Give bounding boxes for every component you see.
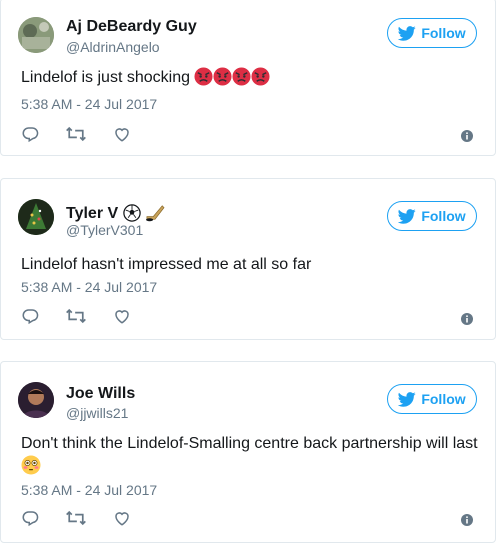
follow-button[interactable]: Follow <box>387 201 477 231</box>
user-handle[interactable]: @TylerV301 <box>66 222 143 238</box>
angry-face-icon <box>251 67 270 93</box>
timestamp[interactable]: 5:38 AM - 24 Jul 2017 <box>21 482 157 498</box>
info-icon[interactable] <box>461 513 473 531</box>
reply-icon[interactable] <box>21 125 39 148</box>
tweet-text-row: Lindelof is just shocking <box>21 67 487 93</box>
reply-icon[interactable] <box>21 307 39 330</box>
tweet-card: Joe Wills @jjwills21 Follow Don't think … <box>0 361 496 543</box>
twitter-bird-icon <box>398 391 417 407</box>
follow-label: Follow <box>421 25 466 41</box>
info-icon[interactable] <box>461 129 473 147</box>
reply-icon[interactable] <box>21 509 39 532</box>
follow-label: Follow <box>421 208 466 224</box>
retweet-icon[interactable] <box>65 307 87 330</box>
avatar[interactable] <box>18 199 54 235</box>
tweet-actions <box>21 307 157 330</box>
follow-label: Follow <box>421 391 466 407</box>
timestamp[interactable]: 5:38 AM - 24 Jul 2017 <box>21 96 157 112</box>
hockey-stick-icon <box>145 204 165 227</box>
like-heart-icon[interactable] <box>113 307 131 330</box>
retweet-icon[interactable] <box>65 125 87 148</box>
angry-face-icon <box>232 67 251 93</box>
angry-face-icon <box>194 67 213 93</box>
retweet-icon[interactable] <box>65 509 87 532</box>
follow-button[interactable]: Follow <box>387 384 477 414</box>
tweet-card: Tyler V @TylerV301 Follow Lindelof hasn'… <box>0 178 496 340</box>
avatar-image-icon <box>18 199 54 235</box>
tweet-text: Don't think the Lindelof-Smalling centre… <box>21 435 478 452</box>
display-name[interactable]: Aj DeBeardy Guy <box>66 18 197 36</box>
user-handle[interactable]: @jjwills21 <box>66 405 128 421</box>
display-name[interactable]: Joe Wills <box>66 385 135 403</box>
tweet-card: Aj DeBeardy Guy @AldrinAngelo Follow Lin… <box>0 0 496 156</box>
tweet-actions <box>21 125 157 148</box>
avatar-image-icon <box>18 382 54 418</box>
user-handle[interactable]: @AldrinAngelo <box>66 39 160 55</box>
flushed-face-icon <box>21 455 41 482</box>
tweet-text: Lindelof hasn't impressed me at all so f… <box>21 256 312 273</box>
info-icon[interactable] <box>461 312 473 330</box>
like-heart-icon[interactable] <box>113 125 131 148</box>
tweet-text-row: Don't think the Lindelof-Smalling centre… <box>21 433 487 482</box>
avatar[interactable] <box>18 17 54 53</box>
tweet-actions <box>21 509 157 532</box>
follow-button[interactable]: Follow <box>387 18 477 48</box>
angry-face-icon <box>213 67 232 93</box>
tweet-text: Lindelof is just shocking <box>21 69 190 86</box>
twitter-bird-icon <box>398 208 417 224</box>
avatar-image-icon <box>18 17 54 53</box>
display-name[interactable]: Tyler V <box>66 205 118 222</box>
timestamp[interactable]: 5:38 AM - 24 Jul 2017 <box>21 279 157 295</box>
twitter-bird-icon <box>398 25 417 41</box>
like-heart-icon[interactable] <box>113 509 131 532</box>
avatar[interactable] <box>18 382 54 418</box>
